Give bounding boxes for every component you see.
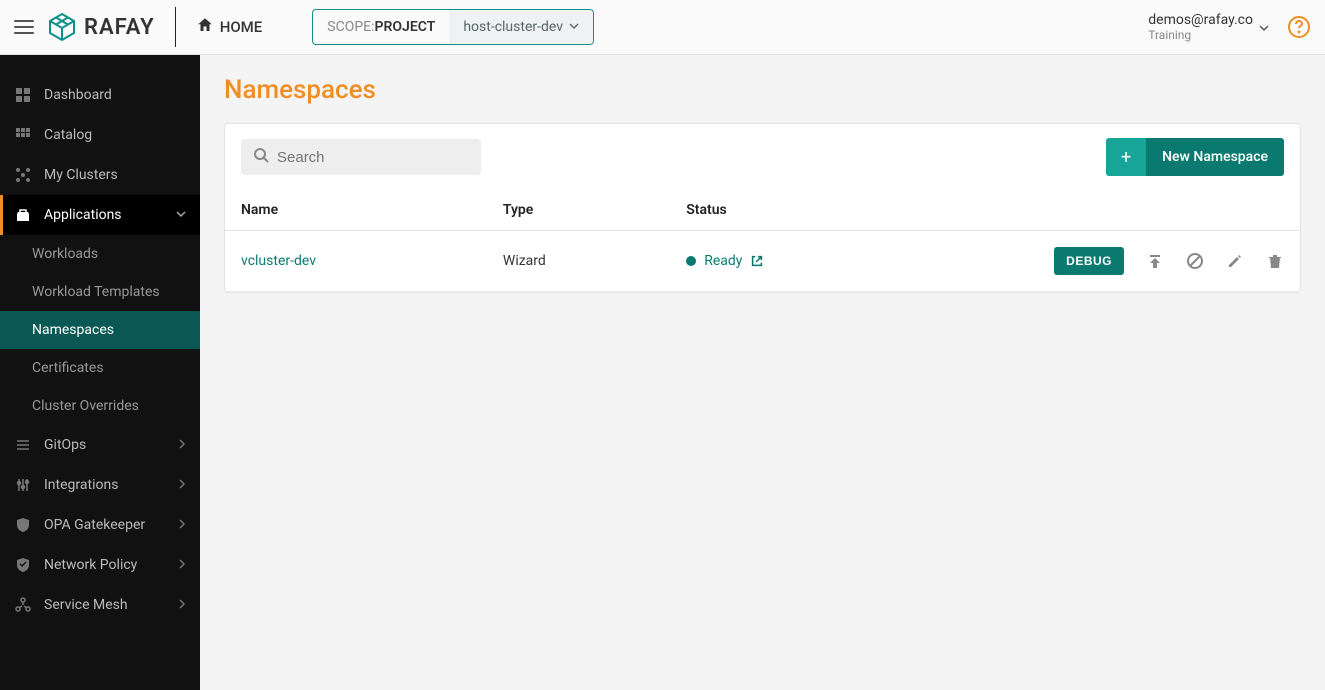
brand-logo[interactable]: RAFAY xyxy=(46,11,155,43)
table-row: vcluster-dev Wizard Ready xyxy=(225,231,1300,292)
publish-icon[interactable] xyxy=(1146,252,1164,270)
page-title: Namespaces xyxy=(224,75,1301,105)
edit-icon[interactable] xyxy=(1226,252,1244,270)
new-namespace-button[interactable]: + New Namespace xyxy=(1106,138,1284,176)
help-icon[interactable] xyxy=(1287,15,1311,39)
home-label: HOME xyxy=(220,18,263,36)
shield-icon xyxy=(14,517,32,533)
user-email: demos@rafay.co xyxy=(1148,12,1253,28)
sidebar-item-label: Service Mesh xyxy=(44,597,128,613)
gitops-icon xyxy=(14,437,32,453)
shield-check-icon xyxy=(14,557,32,573)
status-text: Ready xyxy=(704,253,742,269)
sidebar-item-label: My Clusters xyxy=(44,167,118,183)
chevron-down-icon xyxy=(176,209,186,222)
sidebar-sub-workloads[interactable]: Workloads xyxy=(0,235,200,273)
namespaces-table: Name Type Status vcluster-dev Wizard xyxy=(225,190,1300,292)
plus-icon: + xyxy=(1106,138,1146,176)
divider xyxy=(175,7,176,47)
menu-toggle-icon[interactable] xyxy=(14,20,34,34)
scope-kind: PROJECT xyxy=(375,19,436,35)
mesh-icon xyxy=(14,597,32,613)
clusters-icon xyxy=(14,167,32,183)
search-input[interactable] xyxy=(277,149,469,166)
scope-label: SCOPE: PROJECT xyxy=(313,10,449,44)
namespace-name-link[interactable]: vcluster-dev xyxy=(241,253,316,269)
sidebar-item-label: Catalog xyxy=(44,127,92,143)
sidebar-sub-namespaces[interactable]: Namespaces xyxy=(0,311,200,349)
sidebar-item-label: Certificates xyxy=(32,360,104,376)
sidebar-item-integrations[interactable]: Integrations xyxy=(0,465,200,505)
namespace-type: Wizard xyxy=(503,253,546,269)
status-badge[interactable]: Ready xyxy=(686,253,924,269)
home-icon xyxy=(196,16,214,38)
col-name: Name xyxy=(225,190,487,231)
sidebar-item-service-mesh[interactable]: Service Mesh xyxy=(0,585,200,625)
home-link[interactable]: HOME xyxy=(196,16,263,38)
search-box[interactable] xyxy=(241,139,481,175)
dashboard-icon xyxy=(14,87,32,103)
scope-value-dropdown[interactable]: host-cluster-dev xyxy=(449,10,593,44)
sidebar-item-my-clusters[interactable]: My Clusters xyxy=(0,155,200,195)
sidebar-item-gitops[interactable]: GitOps xyxy=(0,425,200,465)
delete-icon[interactable] xyxy=(1266,252,1284,270)
search-icon xyxy=(253,147,269,167)
user-menu[interactable]: demos@rafay.co Training xyxy=(1148,12,1269,42)
chevron-right-icon xyxy=(178,479,186,492)
col-type: Type xyxy=(487,190,670,231)
top-bar: RAFAY HOME SCOPE: PROJECT host-cluster-d… xyxy=(0,0,1325,55)
sidebar-item-label: Namespaces xyxy=(32,322,114,338)
chevron-right-icon xyxy=(178,559,186,572)
sidebar-sub-cluster-overrides[interactable]: Cluster Overrides xyxy=(0,387,200,425)
open-external-icon xyxy=(750,254,764,268)
namespaces-card: + New Namespace Name Type Status xyxy=(224,123,1301,293)
sidebar-item-label: Cluster Overrides xyxy=(32,398,139,414)
new-namespace-label: New Namespace xyxy=(1146,138,1284,176)
row-actions: DEBUG xyxy=(956,247,1284,275)
sidebar-item-label: Integrations xyxy=(44,477,118,493)
sidebar-sub-certificates[interactable]: Certificates xyxy=(0,349,200,387)
scope-prefix: SCOPE: xyxy=(327,19,374,35)
chevron-right-icon xyxy=(178,519,186,532)
sidebar-item-opa-gatekeeper[interactable]: OPA Gatekeeper xyxy=(0,505,200,545)
chevron-down-icon xyxy=(569,19,579,35)
sidebar-item-dashboard[interactable]: Dashboard xyxy=(0,75,200,115)
sidebar-item-label: Workloads xyxy=(32,246,98,262)
sidebar-item-network-policy[interactable]: Network Policy xyxy=(0,545,200,585)
logo-mark-icon xyxy=(46,11,78,43)
sidebar-sub-workload-templates[interactable]: Workload Templates xyxy=(0,273,200,311)
logo-text: RAFAY xyxy=(84,15,155,40)
main-content: Namespaces + New Namespace Name xyxy=(200,55,1325,690)
sidebar-item-label: Dashboard xyxy=(44,87,112,103)
sidebar-item-label: Workload Templates xyxy=(32,284,160,300)
sidebar-item-label: OPA Gatekeeper xyxy=(44,517,145,533)
sidebar-item-applications[interactable]: Applications xyxy=(0,195,200,235)
block-icon[interactable] xyxy=(1186,252,1204,270)
status-dot-icon xyxy=(686,256,696,266)
catalog-icon xyxy=(14,127,32,143)
chevron-right-icon xyxy=(178,439,186,452)
scope-selector[interactable]: SCOPE: PROJECT host-cluster-dev xyxy=(312,9,594,45)
debug-button[interactable]: DEBUG xyxy=(1054,247,1124,275)
card-header: + New Namespace xyxy=(225,124,1300,190)
sidebar-item-label: GitOps xyxy=(44,437,86,453)
integrations-icon xyxy=(14,477,32,493)
scope-value: host-cluster-dev xyxy=(463,19,563,35)
user-org: Training xyxy=(1148,28,1253,42)
sidebar-item-catalog[interactable]: Catalog xyxy=(0,115,200,155)
applications-icon xyxy=(14,207,32,223)
sidebar-item-label: Network Policy xyxy=(44,557,137,573)
sidebar-item-label: Applications xyxy=(44,207,122,223)
chevron-down-icon xyxy=(1259,18,1269,37)
col-status: Status xyxy=(670,190,940,231)
chevron-right-icon xyxy=(178,599,186,612)
sidebar: Dashboard Catalog My Clusters Applicatio… xyxy=(0,55,200,690)
